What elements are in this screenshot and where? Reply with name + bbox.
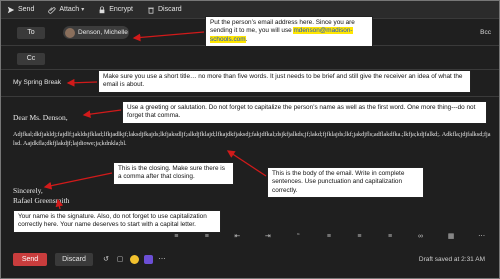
decrease-indent-icon[interactable]: ⇤ [232, 232, 242, 240]
cc-row: Cc [1, 47, 499, 70]
callout-body: This is the body of the email. Write in … [267, 167, 424, 198]
attach-icon[interactable]: ↺ [101, 254, 111, 264]
apps-icon[interactable] [143, 254, 153, 264]
align-left-icon[interactable]: ≡ [324, 233, 334, 240]
emoji-icon[interactable] [129, 254, 139, 264]
attach-toolbar-label: Attach [59, 6, 80, 13]
numbered-list-icon[interactable]: ≡ [202, 233, 212, 240]
greeting-text[interactable]: Dear Ms. Denson, [13, 113, 68, 122]
body-paragraph[interactable]: Adjfkal;dkfjakldj;fajdlf;jakldsjfklad;lf… [13, 130, 491, 148]
quote-icon[interactable]: “ [293, 233, 303, 240]
more-options-icon[interactable]: ⋯ [477, 232, 487, 240]
callout-greeting: Use a greeting or salutation. Do not for… [122, 101, 487, 124]
paperclip-icon [48, 6, 56, 14]
increase-indent-icon[interactable]: ⇥ [263, 232, 273, 240]
encrypt-toolbar-button[interactable]: Encrypt [98, 6, 133, 14]
callout-closing: This is the closing. Make sure there is … [113, 162, 234, 185]
draft-status: Draft saved at 2:31 AM [418, 256, 485, 263]
send-icon [7, 6, 15, 13]
trash-icon [148, 7, 154, 14]
callout-to-end: . [245, 35, 248, 43]
callout-signature: Your name is the signature. Also, do not… [13, 210, 221, 233]
send-toolbar-label: Send [18, 6, 35, 13]
to-button[interactable]: To [17, 27, 45, 39]
send-toolbar-button[interactable]: Send [7, 6, 34, 14]
discard-toolbar-button[interactable]: Discard [147, 6, 182, 14]
align-center-icon[interactable]: ≡ [354, 233, 364, 240]
recipient-name: Denson, Michelle [78, 29, 128, 36]
send-button[interactable]: Send [13, 253, 47, 266]
table-icon[interactable]: ▦ [446, 232, 456, 240]
cc-button[interactable]: Cc [17, 53, 45, 65]
image-icon[interactable]: ▢ [115, 254, 125, 264]
encrypt-toolbar-label: Encrypt [109, 6, 133, 13]
compose-footer: Send Discard ↺ ▢ ⋯ Draft saved at 2:31 A… [1, 245, 499, 278]
align-right-icon[interactable]: ≡ [385, 233, 395, 240]
avatar [65, 27, 75, 38]
attach-toolbar-button[interactable]: Attach ▾ [48, 6, 84, 14]
recipient-chip[interactable]: Denson, Michelle [63, 26, 129, 39]
callout-to: Put the person’s email address here. Sin… [205, 16, 373, 47]
bcc-button[interactable]: Bcc [480, 29, 491, 36]
subject-input[interactable]: My Spring Break [13, 79, 61, 86]
discard-toolbar-label: Discard [157, 6, 182, 13]
closing-text[interactable]: Sincerely, [13, 186, 43, 195]
bullet-list-icon[interactable]: ≡ [171, 233, 181, 240]
more-icon[interactable]: ⋯ [157, 254, 167, 264]
discard-button[interactable]: Discard [55, 253, 93, 266]
lock-icon [99, 6, 105, 13]
chevron-down-icon: ▾ [81, 7, 85, 13]
signature-text[interactable]: Rafael Greensmith [13, 196, 69, 205]
footer-tools: ↺ ▢ ⋯ [101, 254, 171, 264]
callout-subject: Make sure you use a short title… no more… [98, 70, 471, 93]
link-icon[interactable]: ∞ [416, 233, 426, 240]
